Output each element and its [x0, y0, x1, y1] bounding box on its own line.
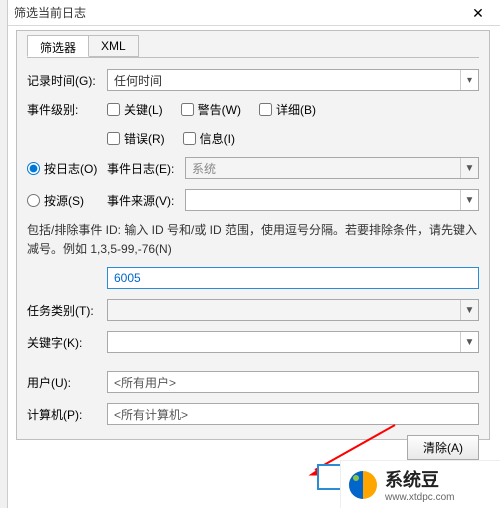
label-logged-time: 记录时间(G): — [27, 72, 107, 89]
logged-time-select[interactable]: 任何时间 ▾ — [107, 69, 479, 91]
chk-error[interactable]: 错误(R) — [107, 130, 165, 147]
label-event-level: 事件级别: — [27, 101, 107, 118]
close-button[interactable]: ✕ — [456, 0, 500, 26]
keywords-select[interactable]: ▼ — [107, 331, 479, 353]
title-bar: 筛选当前日志 ✕ — [8, 0, 500, 26]
tab-strip: 筛选器 XML — [27, 35, 479, 57]
event-source-select[interactable]: ▼ — [185, 189, 479, 211]
window-title: 筛选当前日志 — [14, 4, 86, 21]
watermark: 系统豆 www.xtdpc.com — [340, 460, 500, 508]
logged-time-value: 任何时间 — [114, 72, 162, 89]
label-event-source: 事件来源(V): — [107, 192, 185, 209]
label-keywords: 关键字(K): — [27, 334, 107, 351]
computer-input[interactable]: <所有计算机> — [107, 403, 479, 425]
task-category-select[interactable]: ▼ — [107, 299, 479, 321]
chevron-down-icon: ▼ — [460, 332, 478, 352]
label-user: 用户(U): — [27, 374, 107, 391]
event-id-instruction: 包括/排除事件 ID: 输入 ID 号和/或 ID 范围，使用逗号分隔。若要排除… — [27, 221, 479, 259]
dialog-panel: 筛选器 XML 记录时间(G): 任何时间 ▾ 事件级别: 关键(L) 警告(W… — [16, 30, 490, 440]
chk-verbose[interactable]: 详细(B) — [259, 101, 316, 118]
logo-icon — [349, 471, 377, 499]
event-log-select[interactable]: 系统 ▼ — [185, 157, 479, 179]
clear-button[interactable]: 清除(A) — [407, 435, 479, 460]
radio-by-source[interactable]: 按源(S) — [27, 192, 107, 209]
chevron-down-icon: ▼ — [460, 300, 478, 320]
label-computer: 计算机(P): — [27, 406, 107, 423]
label-task-category: 任务类别(T): — [27, 302, 107, 319]
chevron-down-icon: ▼ — [460, 190, 478, 210]
close-icon: ✕ — [472, 5, 484, 22]
tab-xml[interactable]: XML — [88, 35, 139, 57]
chevron-down-icon: ▼ — [460, 158, 478, 178]
brand-url: www.xtdpc.com — [385, 492, 454, 503]
brand-name: 系统豆 — [385, 466, 454, 492]
chk-critical[interactable]: 关键(L) — [107, 101, 163, 118]
chk-information[interactable]: 信息(I) — [183, 130, 235, 147]
label-event-log: 事件日志(E): — [107, 160, 185, 177]
chk-warning[interactable]: 警告(W) — [181, 101, 241, 118]
tab-filter[interactable]: 筛选器 — [27, 35, 89, 57]
user-input[interactable]: <所有用户> — [107, 371, 479, 393]
event-log-value: 系统 — [192, 160, 216, 177]
radio-by-log[interactable]: 按日志(O) — [27, 160, 107, 177]
event-id-input[interactable]: 6005 — [107, 267, 479, 289]
chevron-down-icon: ▾ — [460, 70, 478, 90]
